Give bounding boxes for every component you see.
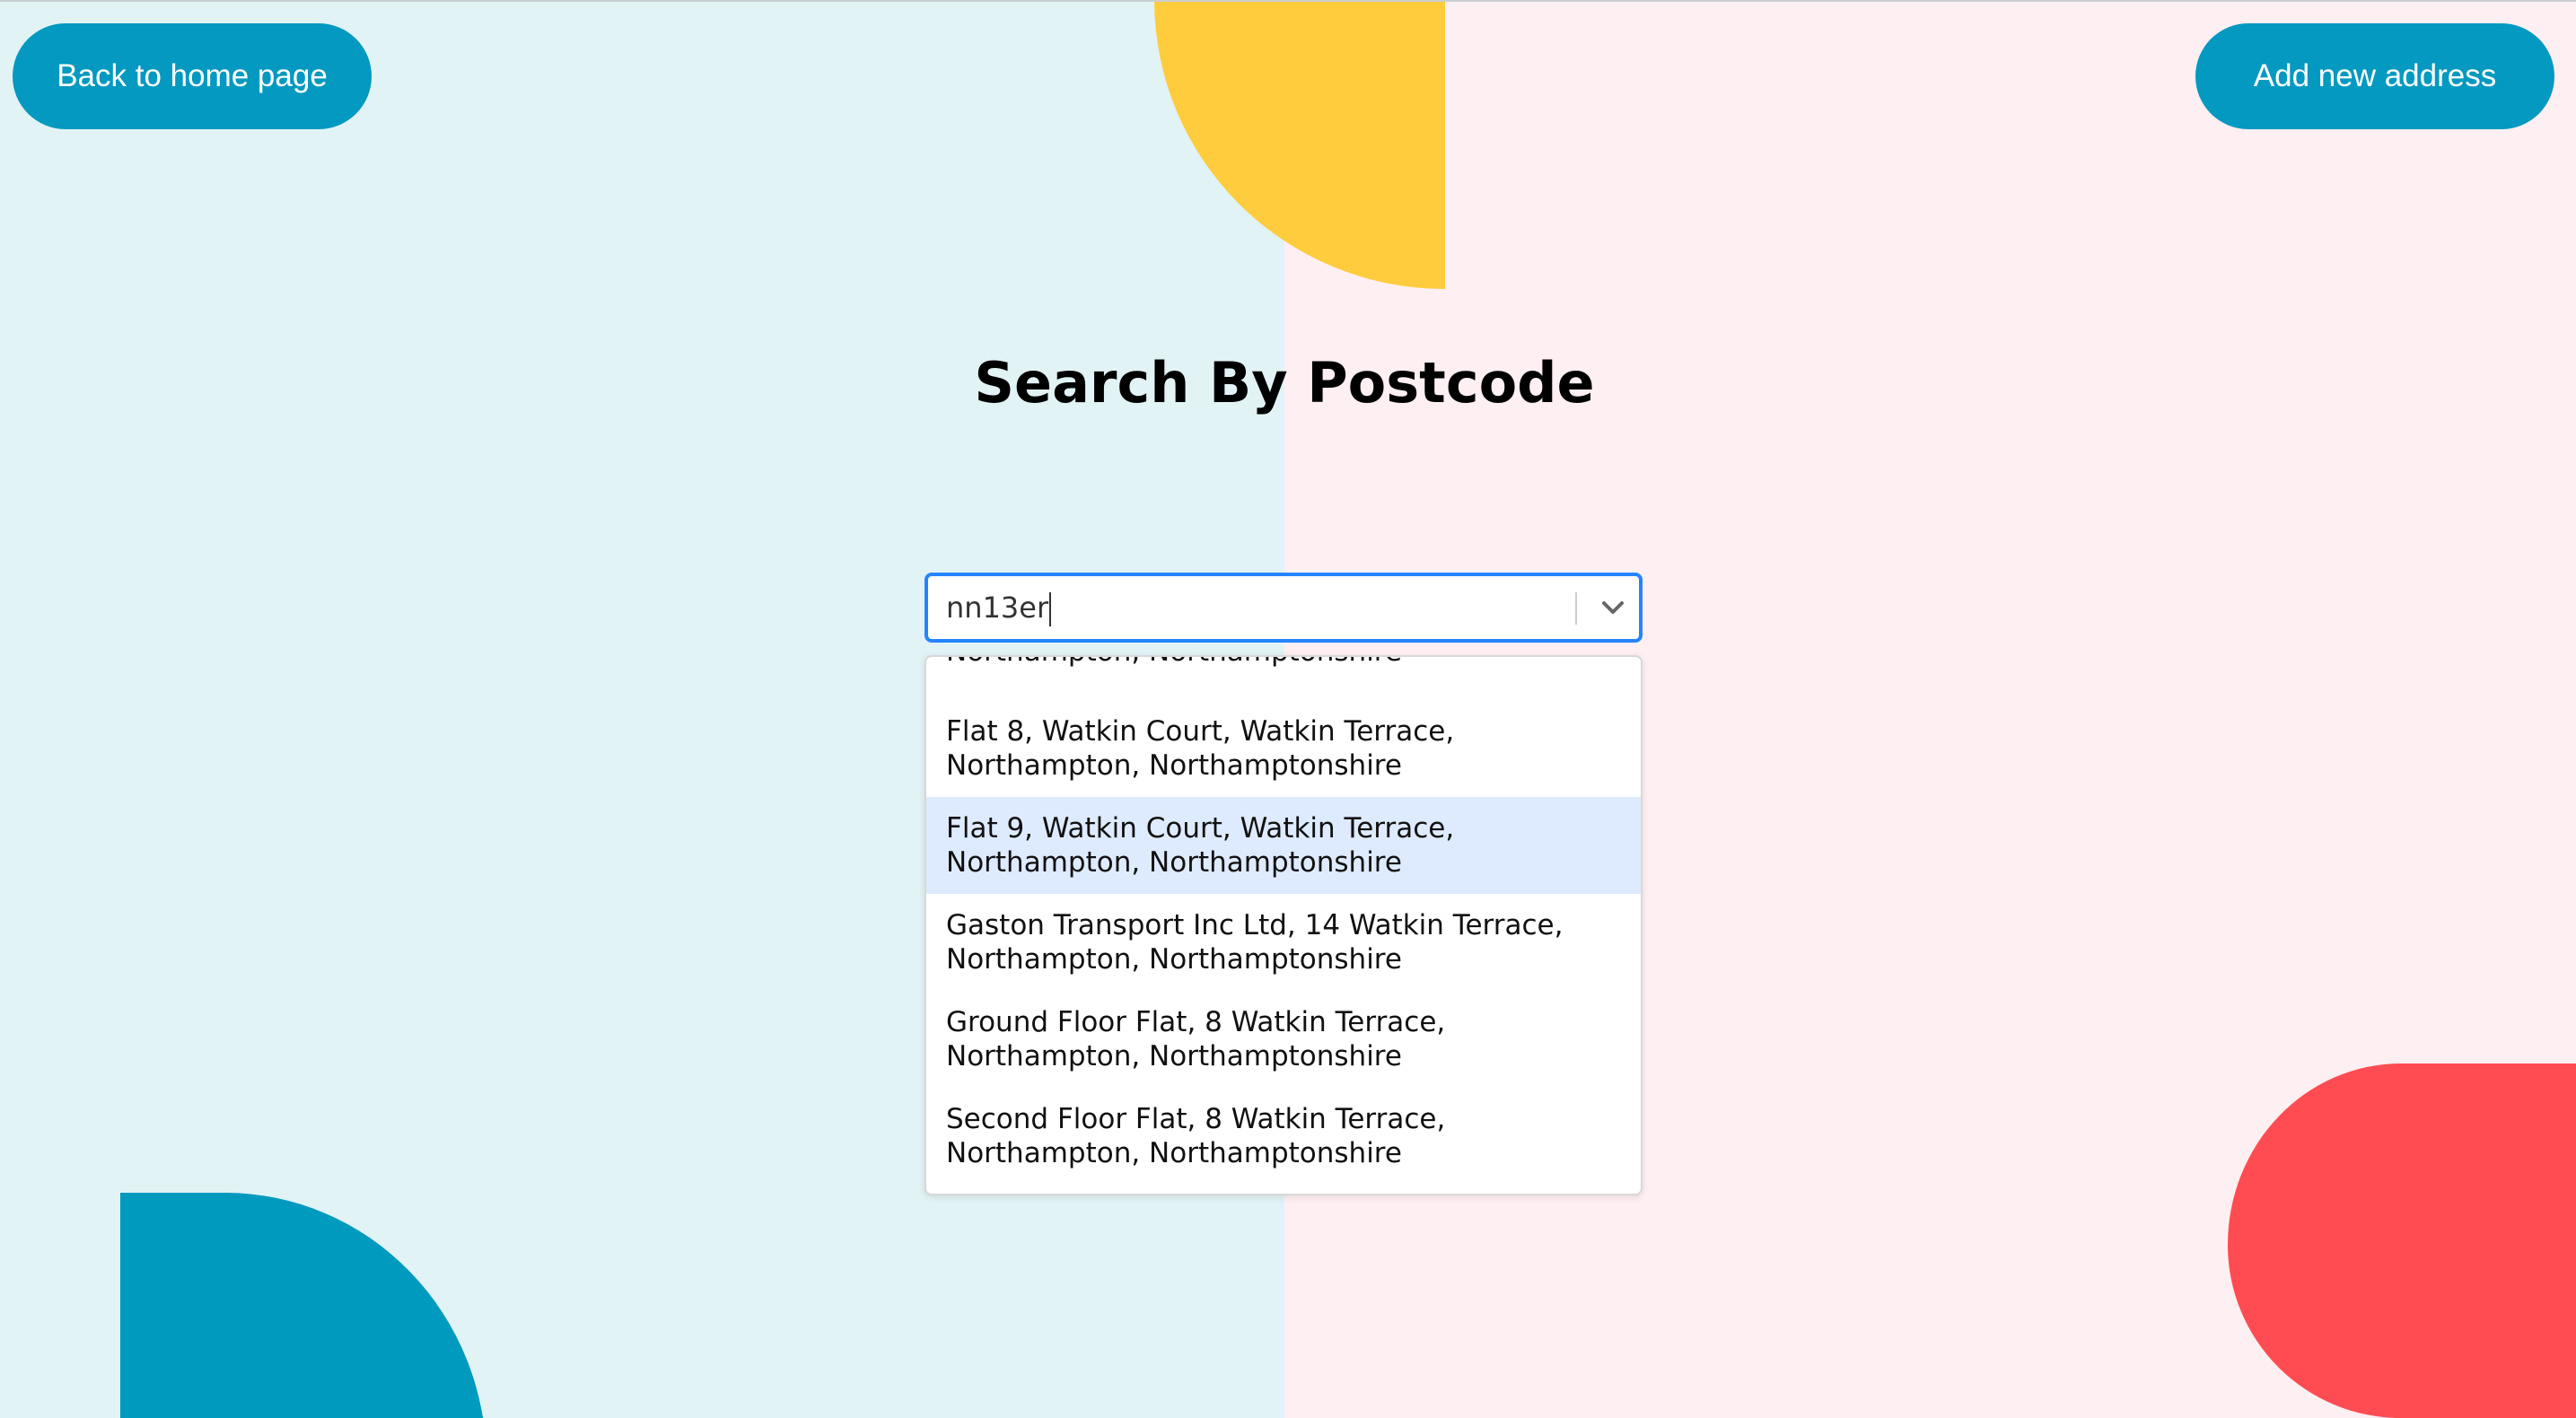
decorative-red-half-pill <box>2228 1064 2576 1418</box>
address-option-line2: Northampton, Northamptonshire <box>946 749 1402 782</box>
address-option-line1: Second Floor Flat, 8 Watkin Terrace, <box>946 1103 1446 1135</box>
address-option[interactable]: Ground Floor Flat, 8 Watkin Terrace, Nor… <box>926 991 1641 1088</box>
postcode-search-value: nn13er <box>946 591 1049 625</box>
page: Back to home page Add new address Search… <box>0 0 2576 1418</box>
address-option-line1: Ground Floor Flat, 8 Watkin Terrace, <box>946 1006 1446 1038</box>
dropdown-toggle-button[interactable] <box>1589 580 1637 635</box>
address-option-focused[interactable]: Flat 9, Watkin Court, Watkin Terrace, No… <box>926 797 1641 894</box>
address-option-line1: Flat 8, Watkin Court, Watkin Terrace, <box>946 715 1455 748</box>
postcode-search-input[interactable]: nn13er <box>946 576 1052 639</box>
address-option[interactable]: Flat 8, Watkin Court, Watkin Terrace, No… <box>926 700 1641 797</box>
page-title: Search By Postcode <box>974 350 1595 416</box>
indicator-separator <box>1575 592 1577 625</box>
address-option-line2: Northampton, Northamptonshire <box>946 1040 1402 1072</box>
top-border <box>0 0 2576 2</box>
address-option-line2: Northampton, Northamptonshire <box>946 1137 1402 1169</box>
address-option[interactable]: Gaston Transport Inc Ltd, 14 Watkin Terr… <box>926 894 1641 991</box>
address-option-line1: Gaston Transport Inc Ltd, 14 Watkin Terr… <box>946 909 1564 941</box>
address-option[interactable]: Second Floor Flat, 8 Watkin Terrace, Nor… <box>926 1088 1641 1185</box>
text-cursor <box>1049 592 1052 626</box>
address-option-line2: Northampton, Northamptonshire <box>946 943 1402 976</box>
back-to-home-button[interactable]: Back to home page <box>13 23 372 129</box>
add-new-address-button[interactable]: Add new address <box>2195 23 2554 129</box>
address-dropdown-menu: Northampton, Northamptonshire Flat 8, Wa… <box>924 655 1643 1195</box>
address-option-line2: Northampton, Northamptonshire <box>946 657 1621 669</box>
address-option-line1: Flat 9, Watkin Court, Watkin Terrace, <box>946 812 1455 845</box>
chevron-down-icon <box>1602 601 1624 614</box>
address-option[interactable]: Northampton, Northamptonshire <box>926 657 1641 700</box>
address-option-line2: Northampton, Northamptonshire <box>946 846 1402 879</box>
postcode-search-combobox[interactable]: nn13er <box>924 573 1643 643</box>
